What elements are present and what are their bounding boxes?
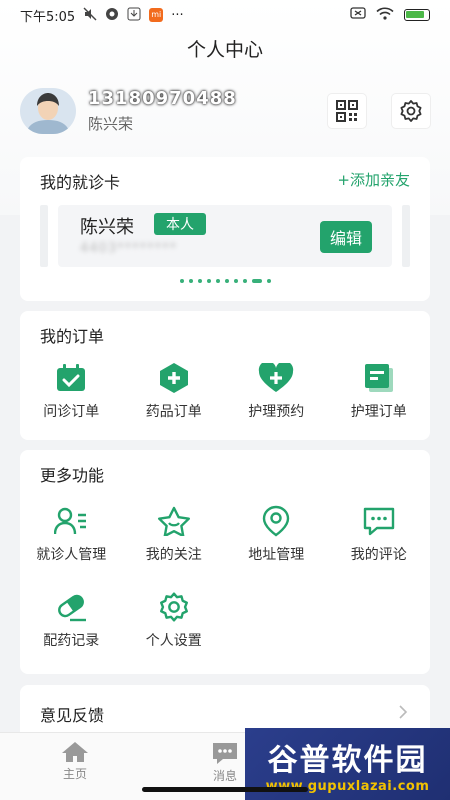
edit-card-button[interactable]: 编辑 <box>319 221 372 253</box>
settings-button[interactable] <box>392 94 430 128</box>
patient-name: 陈兴荣 <box>80 217 134 238</box>
previous-card-peek[interactable] <box>40 205 48 267</box>
battery-icon <box>404 9 430 21</box>
patient-list-icon <box>54 504 88 538</box>
consultation-orders[interactable]: 问诊订单 <box>20 361 123 421</box>
address-management-label: 地址管理 <box>248 547 305 563</box>
tab-home[interactable]: 主页 <box>0 733 150 800</box>
carousel-dot <box>197 279 202 283</box>
user-nickname: 陈兴荣 <box>88 115 134 133</box>
nursing-appointment[interactable]: 护理预约 <box>225 361 328 421</box>
my-follows[interactable]: 我的关注 <box>123 504 226 564</box>
consultation-orders-label: 问诊订单 <box>43 404 100 420</box>
gear-icon <box>400 100 422 122</box>
wifi-icon <box>376 7 394 24</box>
add-family-button[interactable]: +添加亲友 <box>337 169 410 190</box>
carousel-dot <box>206 279 211 283</box>
visit-card-carousel[interactable]: 陈兴荣 本人 4403******** 编辑 <box>40 205 410 267</box>
comment-icon <box>362 504 396 538</box>
patient-card[interactable]: 陈兴荣 本人 4403******** 编辑 <box>58 205 392 267</box>
medicine-orders-label: 药品订单 <box>145 404 202 420</box>
patient-management-label: 就诊人管理 <box>36 547 107 563</box>
carousel-indicator <box>20 279 430 283</box>
nursing-orders[interactable]: 护理订单 <box>328 361 431 421</box>
status-time: 下午5:05 <box>20 9 76 25</box>
avatar[interactable] <box>20 88 76 134</box>
tab-messages-label: 消息 <box>212 769 237 783</box>
qr-code-button[interactable] <box>328 94 366 128</box>
page-title: 个人中心 <box>186 39 263 61</box>
mute-icon <box>83 7 97 24</box>
more-functions-title: 更多功能 <box>40 466 105 485</box>
next-card-peek[interactable] <box>402 205 410 267</box>
orders-section: 我的订单 问诊订单 药品订单 护理预约 护理订单 <box>20 311 430 440</box>
personal-settings-label: 个人设置 <box>145 633 202 649</box>
gear-icon <box>158 590 190 624</box>
visit-card-section: 我的就诊卡 +添加亲友 陈兴荣 本人 4403******** 编辑 <box>20 157 430 301</box>
mi-icon: mi <box>149 8 164 22</box>
patient-card-number: 4403******** <box>80 241 178 256</box>
home-icon <box>62 742 88 762</box>
dispensing-records[interactable]: 配药记录 <box>20 590 123 650</box>
address-management[interactable]: 地址管理 <box>225 504 328 564</box>
star-icon <box>157 504 191 538</box>
feedback-label: 意见反馈 <box>40 706 105 725</box>
more-functions-section: 更多功能 就诊人管理 我的关注 地址管理 我的评论 配药记录 个人设置 <box>20 450 430 674</box>
carousel-dot <box>242 279 247 283</box>
user-phone: 13180970488 <box>88 88 237 109</box>
my-follows-label: 我的关注 <box>145 547 202 563</box>
chevron-right-icon <box>398 704 408 723</box>
orders-title: 我的订单 <box>40 327 105 346</box>
nursing-appointment-label: 护理预约 <box>248 404 305 420</box>
carousel-dot <box>224 279 229 283</box>
carousel-dot-active <box>251 279 262 283</box>
carousel-dot <box>179 279 184 283</box>
calendar-check-icon <box>54 361 88 395</box>
tab-home-label: 主页 <box>62 767 87 781</box>
sim-off-icon <box>350 7 366 23</box>
personal-settings[interactable]: 个人设置 <box>123 590 226 650</box>
my-comments[interactable]: 我的评论 <box>328 504 431 564</box>
message-icon <box>213 743 237 764</box>
my-comments-label: 我的评论 <box>350 547 407 563</box>
nursing-orders-label: 护理订单 <box>350 404 407 420</box>
watermark-title: 谷普软件园 <box>267 742 428 778</box>
carousel-dot <box>188 279 193 283</box>
profile-header: 13180970488 陈兴荣 <box>20 86 430 136</box>
heart-plus-icon <box>258 361 294 395</box>
carousel-dot <box>266 279 271 283</box>
dispensing-records-label: 配药记录 <box>43 633 100 649</box>
location-pin-icon <box>262 504 290 538</box>
medicine-orders[interactable]: 药品订单 <box>123 361 226 421</box>
document-icon <box>363 361 395 395</box>
more-notifications-icon: ··· <box>171 7 184 23</box>
patient-management[interactable]: 就诊人管理 <box>20 504 123 564</box>
home-indicator[interactable] <box>142 787 308 792</box>
app-notification-icon <box>105 7 119 24</box>
download-icon <box>127 7 141 24</box>
carousel-dot <box>233 279 238 283</box>
pill-icon <box>54 590 88 624</box>
carousel-dot <box>215 279 220 283</box>
status-bar: 下午5:05 mi ··· <box>0 0 450 30</box>
qr-code-icon <box>336 100 358 122</box>
medicine-box-icon <box>157 361 191 395</box>
self-tag: 本人 <box>154 213 206 235</box>
